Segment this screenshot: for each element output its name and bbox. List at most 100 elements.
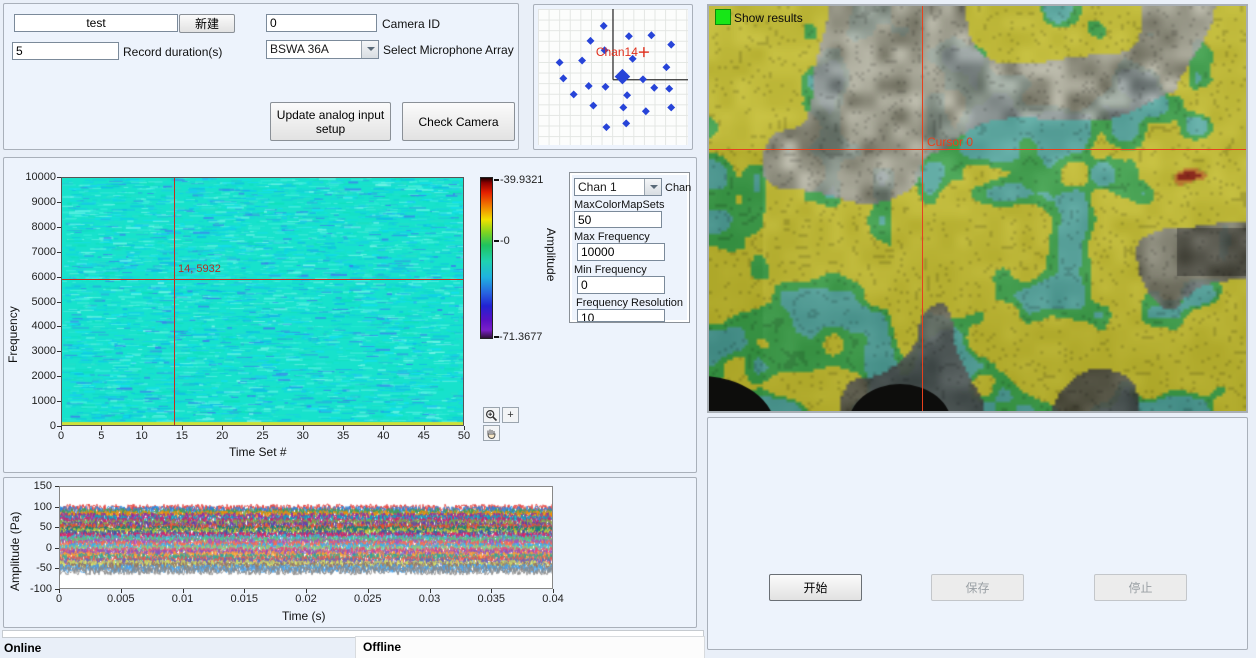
spectrogram-cursor-label: 14, 5932 [178,263,221,275]
zoom-tool-icon[interactable] [483,407,500,423]
spectrogram-plot[interactable]: 14, 5932 [61,177,464,426]
show-results-checkbox[interactable] [715,9,731,25]
colorbar-mid-tick [494,240,499,242]
analysis-controls-cluster: Chan 1 Chan MaxColorMapSets 50 Max Frequ… [569,172,690,323]
frequency-resolution-input[interactable]: 10 [577,309,665,322]
max-frequency-label: Max Frequency [574,231,650,243]
record-duration-label: Record duration(s) [123,45,222,59]
axis-tick-mark [303,426,304,430]
colorbar-max-tick [494,179,499,181]
spectrogram-panel: Frequency 100009000800070006000500040003… [3,157,697,473]
check-camera-button[interactable]: Check Camera [402,102,515,141]
axis-tick-mark [553,589,554,593]
axis-tick-label: 45 [414,430,434,442]
max-frequency-input[interactable]: 10000 [577,243,665,261]
mic-array-plot[interactable]: Chan14 [538,9,688,145]
transport-panel: 开始 保存 停止 [707,417,1248,650]
axis-tick-mark [244,589,245,593]
new-button[interactable]: 新建 [179,14,235,33]
chevron-down-icon[interactable] [644,179,661,195]
camera-cursor-vline[interactable] [922,6,923,411]
axis-tick-label: 0 [20,542,52,554]
axis-tick-label: 2000 [22,370,56,382]
axis-tick-label: 0.04 [535,593,571,605]
channel-dropdown[interactable]: Chan 1 [574,178,662,196]
camera-image[interactable] [709,6,1246,411]
axis-tick-mark [430,589,431,593]
axis-tick-mark [306,589,307,593]
axis-tick-label: 0.02 [288,593,324,605]
channel-label: Chan [665,182,691,194]
axis-tick-label: 0.035 [473,593,509,605]
update-analog-input-button[interactable]: Update analog input setup [270,102,391,141]
axis-tick-label: 4000 [22,320,56,332]
axis-tick-label: 0.03 [412,593,448,605]
camera-cursor-hline[interactable] [709,149,1246,150]
axis-tick-label: 7000 [22,246,56,258]
online-status-label: Online [4,641,41,655]
camera-id-label: Camera ID [382,17,440,31]
axis-tick-mark [263,426,264,430]
axis-tick-mark [61,426,62,430]
axis-tick-mark [101,426,102,430]
axis-tick-label: -50 [20,562,52,574]
axis-tick-label: 0.025 [350,593,386,605]
axis-tick-label: 0.01 [165,593,201,605]
colorbar-max-label: -39.9321 [500,174,543,186]
spectrogram-cursor-hline[interactable] [62,279,463,280]
show-results-label: Show results [734,11,803,25]
camera-cursor-label: Cursor 0 [927,135,973,149]
max-colormap-input[interactable]: 50 [574,211,662,228]
camera-id-input[interactable]: 0 [266,14,377,32]
axis-tick-label: 8000 [22,221,56,233]
colorbar-axis-label: Amplitude [544,228,558,281]
axis-tick-label: 3000 [22,345,56,357]
axis-tick-mark [222,426,223,430]
axis-tick-mark [383,426,384,430]
mic-array-label: Select Microphone Array [383,43,514,57]
stop-button[interactable]: 停止 [1094,574,1187,601]
spectrogram-cursor-vline[interactable] [174,178,175,425]
axis-tick-mark [142,426,143,430]
colorbar-mid-label: -0 [500,235,510,247]
axis-tick-mark [464,426,465,430]
amplitude-colorbar [480,177,493,339]
cursor-tool-icon[interactable]: + [502,407,519,423]
axis-tick-label: 5000 [22,296,56,308]
axis-tick-label: 150 [20,480,52,492]
axis-tick-mark [182,426,183,430]
offline-status-box: Offline [355,636,705,658]
start-button[interactable]: 开始 [769,574,862,601]
axis-tick-label: 0 [41,593,77,605]
record-duration-input[interactable]: 5 [12,42,119,60]
camera-view-panel: Show results Cursor 0 [707,4,1248,413]
mic-array-dropdown[interactable]: BSWA 36A [266,40,379,59]
axis-tick-label: 50 [20,521,52,533]
svg-text:Chan14: Chan14 [596,45,638,59]
axis-tick-mark [368,589,369,593]
save-button[interactable]: 保存 [931,574,1024,601]
setup-panel: test 新建 5 Record duration(s) 0 Camera ID… [3,3,519,150]
axis-tick-label: 25 [253,430,273,442]
waveform-plot[interactable] [59,486,553,589]
channel-value: Chan 1 [578,180,617,194]
axis-tick-label: 1000 [22,395,56,407]
axis-tick-label: 0.015 [226,593,262,605]
axis-tick-mark [491,589,492,593]
axis-tick-label: 6000 [22,271,56,283]
test-name-input[interactable]: test [14,14,178,32]
max-colormap-label: MaxColorMapSets [574,199,664,211]
pan-tool-icon[interactable] [483,425,500,441]
mic-array-panel: Chan14 [533,4,693,150]
axis-tick-label: 0.005 [103,593,139,605]
min-frequency-input[interactable]: 0 [577,276,665,294]
axis-tick-label: 35 [333,430,353,442]
axis-tick-label: 20 [212,430,232,442]
mic-array-value: BSWA 36A [270,42,329,56]
axis-tick-label: 9000 [22,196,56,208]
axis-tick-mark [183,589,184,593]
axis-tick-label: 10000 [22,171,56,183]
axis-tick-label: 5 [91,430,111,442]
chevron-down-icon[interactable] [361,41,378,58]
axis-tick-label: 0 [51,430,71,442]
